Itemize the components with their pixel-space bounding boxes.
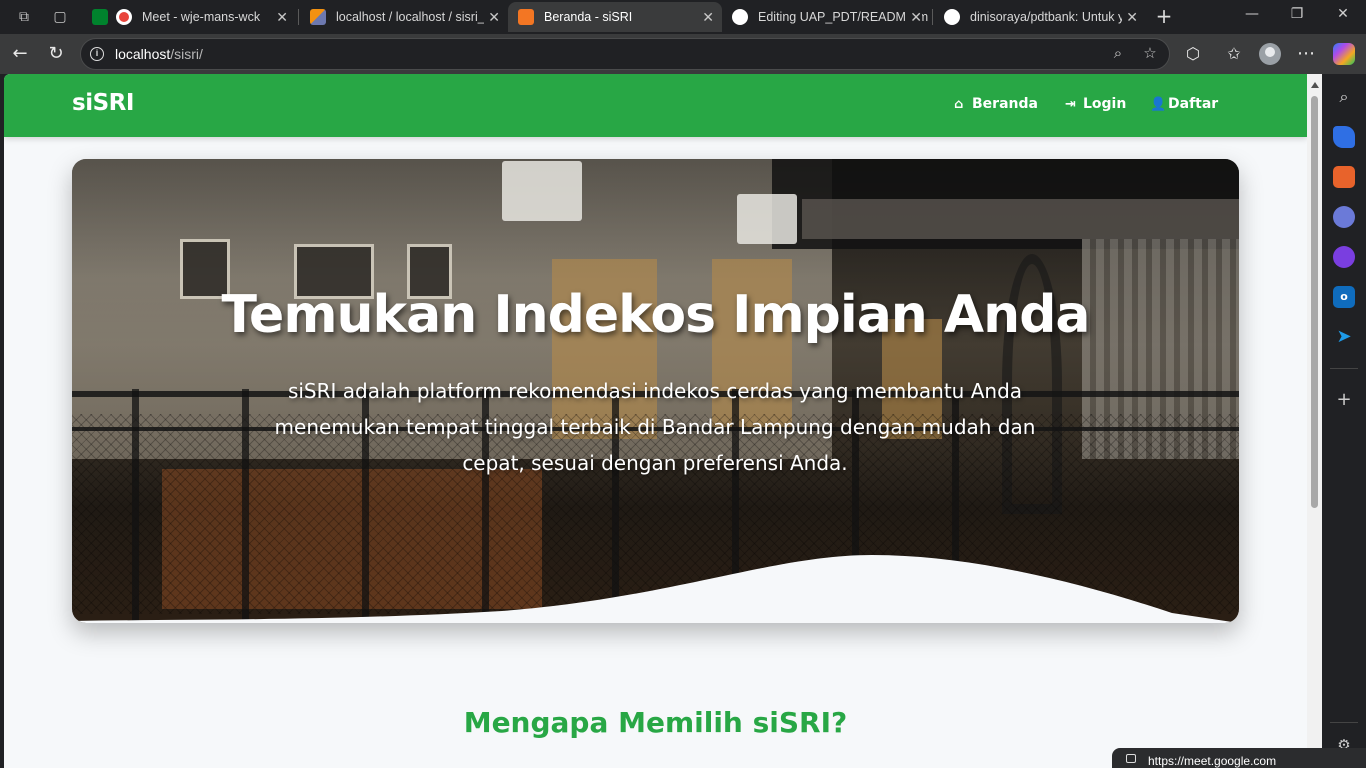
outlook-icon[interactable]: o xyxy=(1333,286,1355,308)
github-icon xyxy=(944,9,960,25)
user-plus-icon: 👤 xyxy=(1150,97,1167,112)
close-tab-icon[interactable]: ✕ xyxy=(484,2,500,32)
xampp-icon xyxy=(518,9,534,25)
nav-beranda[interactable]: ⌂ Beranda xyxy=(954,96,1038,112)
close-tab-icon[interactable]: ✕ xyxy=(1122,2,1138,32)
tab-github-readme[interactable]: Editing UAP_PDT/README.m ✕ xyxy=(722,2,930,32)
back-icon[interactable]: ← xyxy=(8,42,32,66)
recording-icon xyxy=(116,9,132,25)
tab-separator xyxy=(298,9,299,25)
tab-label: Meet - wje-mans-wck xyxy=(142,10,261,24)
nav-label: Daftar xyxy=(1168,96,1219,112)
hero-subtitle: siSRI adalah platform rekomendasi indeko… xyxy=(274,379,1036,475)
site-info-icon[interactable]: i xyxy=(90,47,104,61)
refresh-icon[interactable]: ↻ xyxy=(44,42,68,66)
toolbar: ← ↻ i localhost/sisri/ ⌕ ☆ ⬡ ✩ ⋯ xyxy=(0,34,1366,74)
close-tab-icon[interactable]: ✕ xyxy=(276,2,288,32)
copilot-icon[interactable] xyxy=(1333,43,1355,65)
phpmyadmin-icon xyxy=(310,9,326,25)
nav-label: Login xyxy=(1083,96,1127,112)
status-url: https://meet.google.com xyxy=(1148,754,1277,768)
nav-login[interactable]: ⇥ Login xyxy=(1065,96,1126,112)
home-icon: ⌂ xyxy=(954,97,964,112)
zoom-icon[interactable]: ⌕ xyxy=(1107,39,1129,69)
section-title: Mengapa Memilih siSRI? xyxy=(463,706,848,739)
hero-banner: Temukan Indekos Impian Anda siSRI adalah… xyxy=(72,159,1239,623)
page-viewport: siSRI ⌂ Beranda ⇥ Login 👤 Daftar Temukan… xyxy=(4,74,1307,768)
vertical-tabs-icon[interactable]: ▢ xyxy=(48,6,72,28)
nav-daftar[interactable]: 👤 Daftar xyxy=(1150,96,1218,112)
github-icon xyxy=(732,9,748,25)
tab-label: localhost / localhost / sisri_d xyxy=(336,10,492,24)
hero-title: Temukan Indekos Impian Anda xyxy=(221,285,1090,345)
tab-github-pdtbank[interactable]: dinisoraya/pdtbank: Untuk y ✕ xyxy=(934,2,1146,32)
tab-label: dinisoraya/pdtbank: Untuk y xyxy=(970,10,1125,24)
minimize-icon[interactable]: — xyxy=(1237,6,1267,22)
site-brand[interactable]: siSRI xyxy=(72,90,134,116)
scrollbar-thumb[interactable] xyxy=(1311,96,1318,508)
edge-sidebar: ⌕ o ➤ + ⚙ xyxy=(1322,74,1366,768)
login-icon: ⇥ xyxy=(1065,97,1076,112)
hero-photo-ac-unit xyxy=(737,194,797,244)
sidebar-divider xyxy=(1330,368,1358,369)
address-bar[interactable]: i localhost/sisri/ ⌕ ☆ xyxy=(80,38,1170,70)
tab-beranda[interactable]: Beranda - siSRI ✕ xyxy=(508,2,722,32)
google-meet-icon xyxy=(92,9,108,25)
hero-photo-ac-unit xyxy=(502,161,582,221)
tab-label: Beranda - siSRI xyxy=(544,10,633,24)
tab-label: Editing UAP_PDT/README.m xyxy=(758,10,929,24)
favorites-icon[interactable]: ✩ xyxy=(1222,42,1246,66)
more-menu-icon[interactable]: ⋯ xyxy=(1294,42,1318,66)
url-host: localhost xyxy=(115,46,171,62)
tools-briefcase-icon[interactable] xyxy=(1333,166,1355,188)
lock-icon xyxy=(1126,754,1136,763)
close-tab-icon[interactable]: ✕ xyxy=(702,2,714,32)
restore-icon[interactable]: ❐ xyxy=(1282,6,1312,22)
sidebar-divider xyxy=(1330,722,1358,723)
link-status-bubble: https://meet.google.com xyxy=(1112,748,1366,768)
shopping-tag-icon[interactable] xyxy=(1333,126,1355,148)
close-tab-icon[interactable]: ✕ xyxy=(906,2,922,32)
send-drop-icon[interactable]: ➤ xyxy=(1333,326,1355,348)
hero-photo-beam xyxy=(802,199,1239,239)
search-icon[interactable]: ⌕ xyxy=(1333,86,1355,108)
workspaces-icon[interactable]: ⧉ xyxy=(12,6,36,28)
microsoft-365-icon[interactable] xyxy=(1333,246,1355,268)
scroll-up-icon[interactable] xyxy=(1311,82,1319,88)
profile-avatar[interactable] xyxy=(1259,43,1281,65)
close-window-icon[interactable]: ✕ xyxy=(1328,6,1358,22)
favorite-star-icon[interactable]: ☆ xyxy=(1139,39,1161,69)
url-path: /sisri/ xyxy=(170,46,203,62)
nav-label: Beranda xyxy=(972,96,1038,112)
add-sidebar-app-icon[interactable]: + xyxy=(1333,389,1355,411)
tab-separator xyxy=(932,9,933,25)
extensions-icon[interactable]: ⬡ xyxy=(1181,42,1205,66)
new-tab-icon[interactable]: + xyxy=(1152,4,1176,28)
tab-phpmyadmin[interactable]: localhost / localhost / sisri_d ✕ xyxy=(300,2,508,32)
tab-meet[interactable]: Meet - wje-mans-wck ✕ xyxy=(84,2,296,32)
site-navbar: siSRI ⌂ Beranda ⇥ Login 👤 Daftar xyxy=(4,74,1307,137)
page-scrollbar[interactable] xyxy=(1307,74,1322,768)
tab-strip: ⧉ ▢ Meet - wje-mans-wck ✕ localhost / lo… xyxy=(0,0,1366,34)
games-icon[interactable] xyxy=(1333,206,1355,228)
hero-wave-divider xyxy=(72,555,1239,623)
